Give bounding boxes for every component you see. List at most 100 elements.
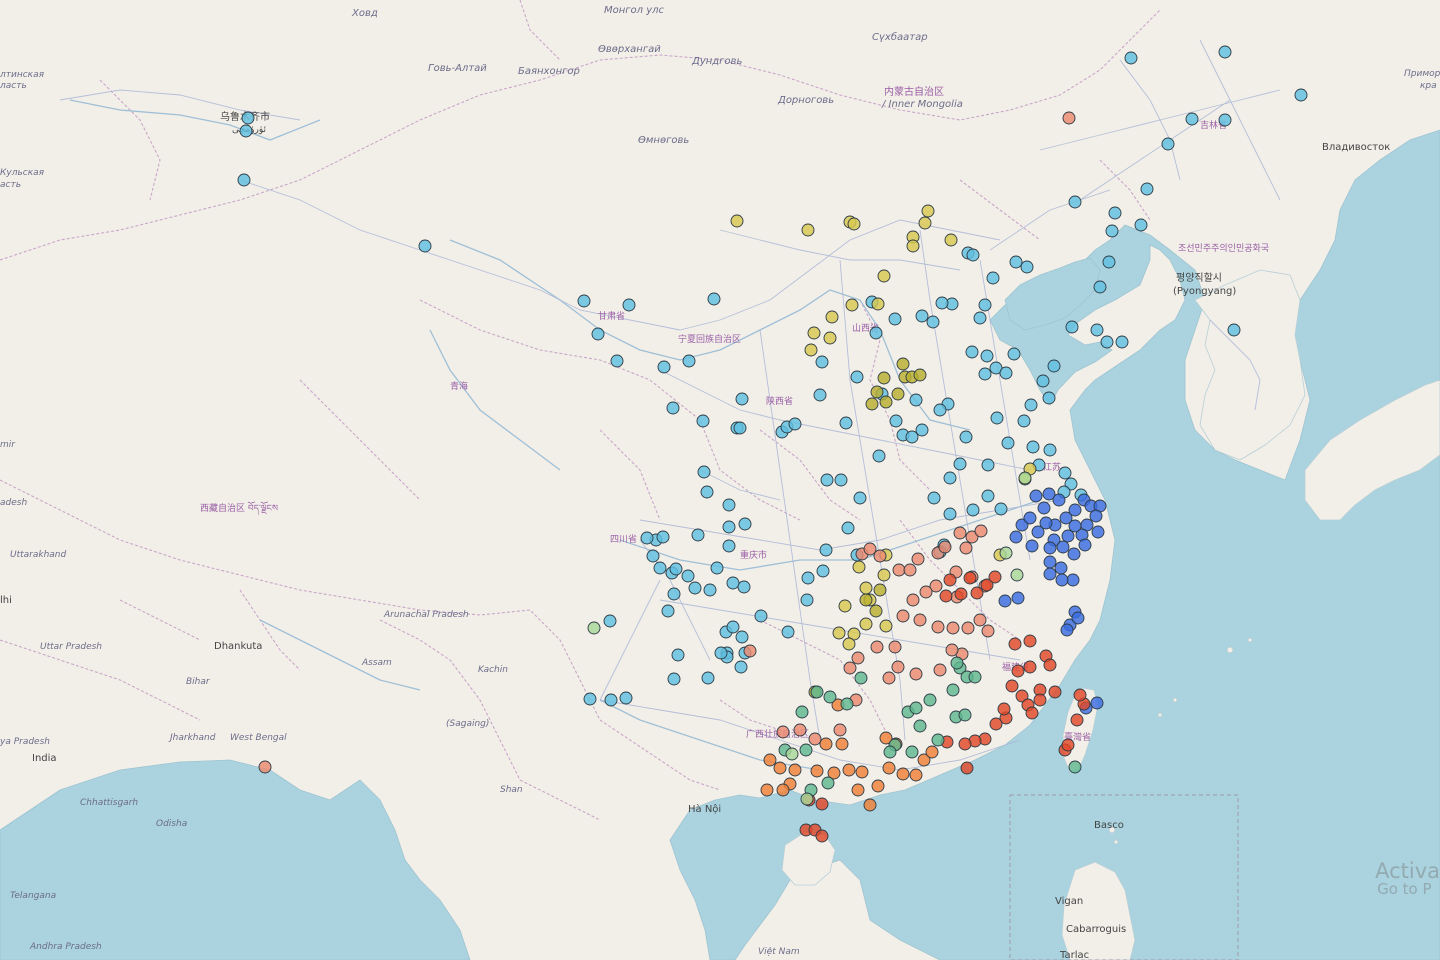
data-point-orange[interactable] (925, 745, 939, 759)
data-point-salmon[interactable] (911, 552, 925, 566)
data-point-yellow[interactable] (832, 626, 846, 640)
data-point-cyan[interactable] (697, 465, 711, 479)
data-point-yellow[interactable] (807, 326, 821, 340)
data-point-yellow[interactable] (730, 214, 744, 228)
data-point-blue[interactable] (1089, 509, 1103, 523)
data-point-blue[interactable] (1025, 539, 1039, 553)
data-point-cyan[interactable] (1108, 206, 1122, 220)
data-point-yellow[interactable] (871, 297, 885, 311)
data-point-olive[interactable] (869, 604, 883, 618)
data-point-cyan[interactable] (966, 503, 980, 517)
data-point-red[interactable] (1023, 660, 1037, 674)
data-point-cyan[interactable] (888, 312, 902, 326)
data-point-blue[interactable] (1055, 573, 1069, 587)
data-point-green[interactable] (810, 685, 824, 699)
data-point-red[interactable] (939, 589, 953, 603)
data-point-salmon[interactable] (953, 526, 967, 540)
data-point-green[interactable] (840, 697, 854, 711)
data-point-cyan[interactable] (905, 430, 919, 444)
data-point-cyan[interactable] (622, 298, 636, 312)
data-point-cyan[interactable] (700, 485, 714, 499)
data-point-lightgreen[interactable] (587, 621, 601, 635)
data-point-cyan[interactable] (667, 672, 681, 686)
data-point-red[interactable] (815, 829, 829, 843)
data-point-olive[interactable] (859, 593, 873, 607)
data-point-cyan[interactable] (933, 403, 947, 417)
data-point-cyan[interactable] (819, 543, 833, 557)
data-point-red[interactable] (988, 570, 1002, 584)
data-point-red[interactable] (997, 702, 1011, 716)
data-point-salmon[interactable] (888, 640, 902, 654)
data-point-cyan[interactable] (1090, 323, 1104, 337)
data-point-yellow[interactable] (845, 298, 859, 312)
data-point-cyan[interactable] (239, 124, 253, 138)
data-point-salmon[interactable] (843, 661, 857, 675)
data-point-cyan[interactable] (994, 502, 1008, 516)
data-point-cyan[interactable] (1102, 255, 1116, 269)
data-point-orange[interactable] (773, 761, 787, 775)
data-point-salmon[interactable] (946, 621, 960, 635)
data-point-cyan[interactable] (788, 417, 802, 431)
data-point-blue[interactable] (1037, 501, 1051, 515)
data-point-blue[interactable] (1043, 567, 1057, 581)
data-point-cyan[interactable] (681, 569, 695, 583)
data-point-cyan[interactable] (1024, 398, 1038, 412)
data-point-green[interactable] (905, 745, 919, 759)
data-point-cyan[interactable] (688, 581, 702, 595)
data-point-cyan[interactable] (1161, 137, 1175, 151)
data-point-olive[interactable] (870, 385, 884, 399)
data-point-cyan[interactable] (583, 692, 597, 706)
data-point-cyan[interactable] (872, 449, 886, 463)
data-point-cyan[interactable] (604, 693, 618, 707)
data-point-salmon[interactable] (793, 723, 807, 737)
data-point-blue[interactable] (1066, 573, 1080, 587)
data-point-yellow[interactable] (921, 204, 935, 218)
data-point-blue[interactable] (1009, 530, 1023, 544)
data-point-red[interactable] (963, 571, 977, 585)
data-point-cyan[interactable] (696, 414, 710, 428)
data-point-cyan[interactable] (981, 458, 995, 472)
data-point-salmon[interactable] (743, 644, 757, 658)
data-point-cyan[interactable] (815, 355, 829, 369)
data-point-cyan[interactable] (726, 620, 740, 634)
data-point-red[interactable] (970, 586, 984, 600)
data-point-green[interactable] (795, 705, 809, 719)
data-point-salmon[interactable] (833, 723, 847, 737)
data-point-yellow[interactable] (825, 310, 839, 324)
data-point-blue[interactable] (998, 594, 1012, 608)
data-point-yellow[interactable] (918, 216, 932, 230)
data-point-red[interactable] (1043, 658, 1057, 672)
data-point-green[interactable] (913, 719, 927, 733)
data-point-salmon[interactable] (959, 541, 973, 555)
data-point-cyan[interactable] (800, 593, 814, 607)
data-point-cyan[interactable] (1068, 195, 1082, 209)
data-point-cyan[interactable] (657, 360, 671, 374)
data-point-cyan[interactable] (841, 521, 855, 535)
data-point-cyan[interactable] (839, 416, 853, 430)
data-point-cyan[interactable] (927, 491, 941, 505)
data-point-cyan[interactable] (722, 520, 736, 534)
data-point-cyan[interactable] (943, 507, 957, 521)
data-point-blue[interactable] (1061, 529, 1075, 543)
data-point-cyan[interactable] (1140, 182, 1154, 196)
data-point-cyan[interactable] (591, 327, 605, 341)
data-point-cyan[interactable] (981, 489, 995, 503)
data-point-orange[interactable] (788, 763, 802, 777)
data-point-cyan[interactable] (1001, 436, 1015, 450)
data-point-green[interactable] (950, 656, 964, 670)
data-point-red[interactable] (1061, 738, 1075, 752)
data-point-salmon[interactable] (945, 643, 959, 657)
data-point-cyan[interactable] (703, 583, 717, 597)
data-point-cyan[interactable] (1124, 51, 1138, 65)
data-point-cyan[interactable] (1020, 260, 1034, 274)
data-point-cyan[interactable] (1100, 335, 1114, 349)
data-point-red[interactable] (1048, 685, 1062, 699)
data-point-blue[interactable] (1031, 525, 1045, 539)
data-point-orange[interactable] (855, 765, 869, 779)
data-point-orange[interactable] (871, 779, 885, 793)
data-point-cyan[interactable] (1105, 224, 1119, 238)
data-point-blue[interactable] (1067, 547, 1081, 561)
data-point-orange[interactable] (863, 798, 877, 812)
data-point-green[interactable] (1068, 760, 1082, 774)
data-point-salmon[interactable] (913, 613, 927, 627)
